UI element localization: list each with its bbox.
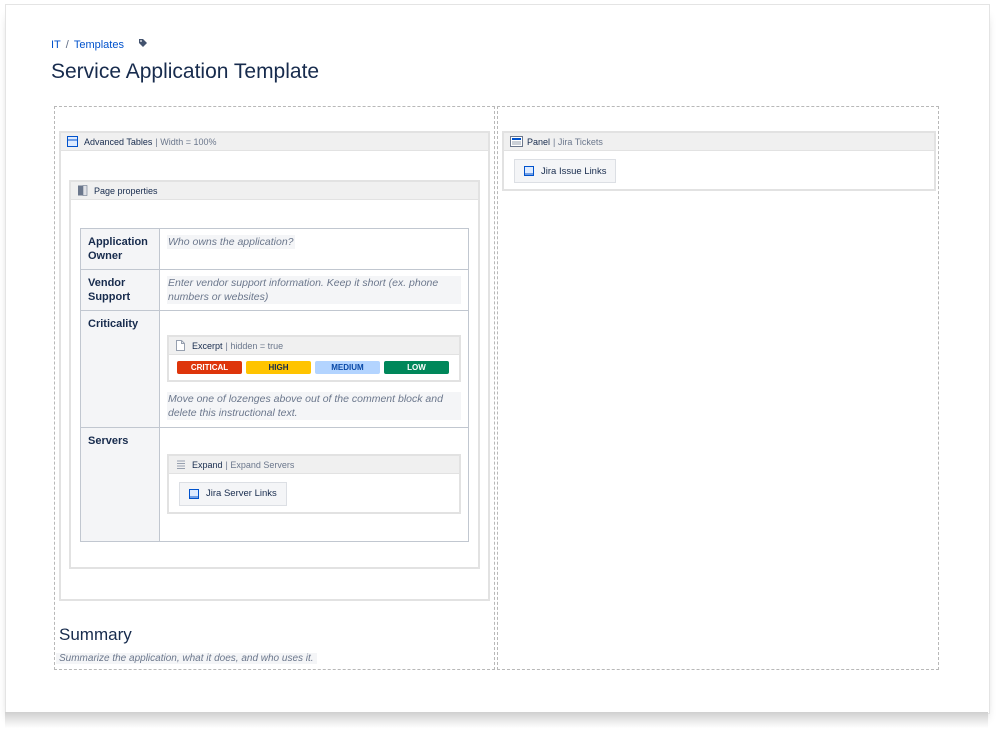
excerpt-macro[interactable]: Excerpt | hidden = true CRITICAL HIGH ME… — [167, 335, 461, 382]
panel-header: Panel | Jira Tickets — [504, 133, 934, 151]
page-properties-table: Application Owner Who owns the applicati… — [80, 228, 469, 542]
application-owner-cell[interactable]: Who owns the application? — [159, 228, 469, 270]
jira-server-links-label: Jira Server Links — [206, 488, 277, 499]
panel-name: Panel — [527, 136, 551, 147]
breadcrumb: IT / Templates — [51, 38, 148, 51]
excerpt-header: Excerpt | hidden = true — [169, 337, 459, 355]
jira-icon — [189, 489, 199, 499]
excerpt-icon — [175, 340, 186, 351]
advanced-tables-param: | Width = 100% — [155, 136, 217, 147]
breadcrumb-item-it[interactable]: IT — [51, 39, 61, 51]
summary-placeholder[interactable]: Summarize the application, what it does,… — [56, 653, 317, 664]
row-header-criticality: Criticality — [80, 310, 160, 428]
page-properties-macro[interactable]: Page properties Application Owner Who ow… — [69, 180, 480, 569]
criticality-instruction: Move one of lozenges above out of the co… — [167, 392, 461, 420]
expand-param: | Expand Servers — [225, 459, 295, 470]
lozenge-low[interactable]: LOW — [384, 361, 449, 374]
row-header-servers: Servers — [80, 427, 160, 542]
table-icon — [67, 136, 78, 147]
breadcrumb-separator: / — [65, 38, 69, 51]
page-shadow — [5, 712, 988, 728]
expand-header: Expand | Expand Servers — [169, 456, 459, 474]
panel-param: | Jira Tickets — [553, 136, 603, 147]
panel-macro[interactable]: Panel | Jira Tickets Jira Issue Links — [502, 131, 936, 191]
advanced-tables-header: Advanced Tables | Width = 100% — [61, 133, 488, 151]
lozenge-critical[interactable]: CRITICAL — [177, 361, 242, 374]
expand-icon — [175, 459, 186, 470]
lozenge-medium[interactable]: MEDIUM — [315, 361, 380, 374]
row-header-application-owner: Application Owner — [80, 228, 160, 270]
lozenge-high[interactable]: HIGH — [246, 361, 311, 374]
advanced-tables-name: Advanced Tables — [84, 136, 153, 147]
layout-column-right: Panel | Jira Tickets Jira Issue Links — [497, 106, 939, 670]
page-properties-name: Page properties — [94, 185, 158, 196]
criticality-cell[interactable]: Excerpt | hidden = true CRITICAL HIGH ME… — [159, 310, 469, 428]
vendor-support-cell[interactable]: Enter vendor support information. Keep i… — [159, 269, 469, 311]
table-row: Application Owner Who owns the applicati… — [80, 228, 469, 270]
jira-server-links-button[interactable]: Jira Server Links — [179, 482, 287, 506]
expand-macro[interactable]: Expand | Expand Servers Jira Server Link… — [167, 454, 461, 514]
application-owner-placeholder: Who owns the application? — [167, 235, 295, 249]
jira-issue-links-label: Jira Issue Links — [541, 165, 607, 177]
jira-issue-links-button[interactable]: Jira Issue Links — [514, 159, 617, 183]
label-tag-icon[interactable] — [138, 38, 148, 51]
servers-cell[interactable]: Expand | Expand Servers Jira Server Link… — [159, 427, 469, 542]
lozenge-group: CRITICAL HIGH MEDIUM LOW — [169, 355, 459, 380]
advanced-tables-macro[interactable]: Advanced Tables | Width = 100% Page prop… — [59, 131, 490, 601]
expand-name: Expand — [192, 459, 223, 470]
excerpt-param: | hidden = true — [225, 340, 284, 351]
page-properties-header: Page properties — [71, 182, 478, 200]
layout-column-left: Advanced Tables | Width = 100% Page prop… — [54, 106, 495, 670]
excerpt-name: Excerpt — [192, 340, 223, 351]
summary-heading: Summary — [59, 625, 132, 644]
row-header-vendor-support: Vendor Support — [80, 269, 160, 311]
jira-icon — [524, 166, 534, 176]
table-row: Criticality Excerpt | hidden = true CRIT… — [80, 310, 469, 428]
table-row: Servers Expand | Expand Servers Jira Ser… — [80, 427, 469, 542]
panel-icon — [510, 136, 523, 147]
vendor-support-placeholder: Enter vendor support information. Keep i… — [167, 276, 461, 304]
page-title: Service Application Template — [51, 60, 320, 83]
page-properties-icon — [77, 185, 88, 196]
table-row: Vendor Support Enter vendor support info… — [80, 269, 469, 311]
breadcrumb-item-templates[interactable]: Templates — [74, 39, 124, 51]
